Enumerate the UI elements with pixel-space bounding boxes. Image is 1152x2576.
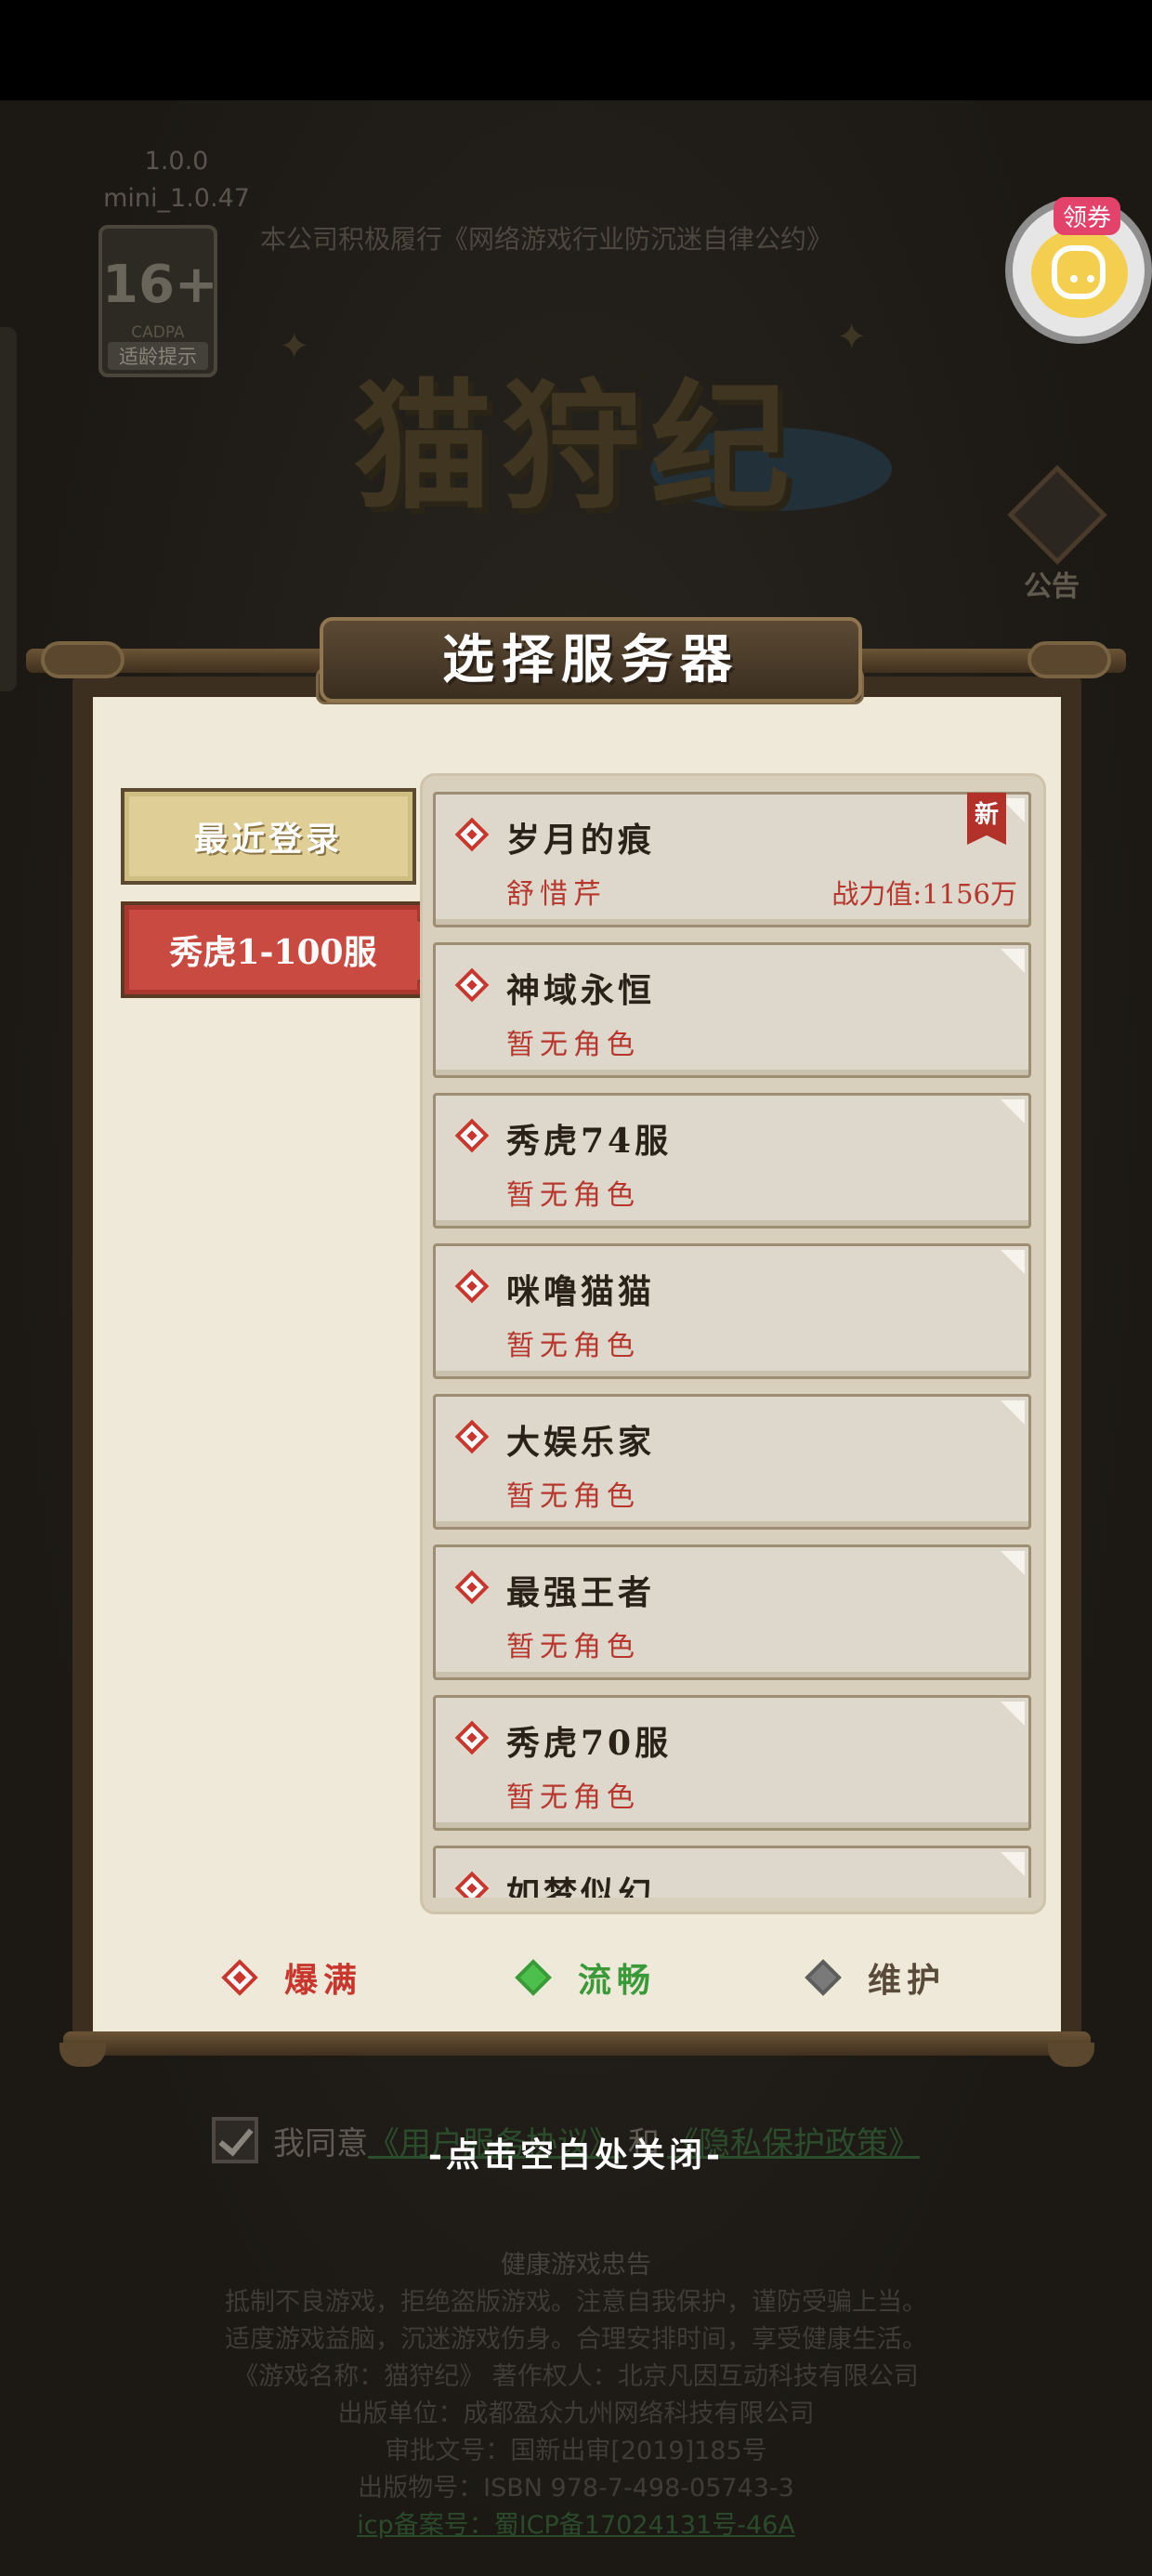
tab-server-range-label: 秀虎1-100服 — [169, 933, 377, 972]
legend-maintenance: 维护 — [805, 1953, 947, 2002]
server-name: 秀虎70服 — [506, 1724, 673, 1763]
health-line: 《游戏名称：猫狩纪》 著作权人：北京凡因互动科技有限公司 — [233, 2362, 919, 2391]
coupon-button[interactable]: 领券 — [1005, 197, 1152, 344]
server-item[interactable]: 秀虎74服 暂无角色 — [433, 1093, 1031, 1229]
server-item[interactable]: 如梦似幻 — [433, 1846, 1031, 1898]
server-name: 最强王者 — [506, 1573, 656, 1612]
health-line: 审批文号：国新出审[2019]185号 — [385, 2437, 767, 2465]
age-rating-org: CADPA — [131, 323, 185, 342]
logo-text: 猫狩纪 — [352, 365, 799, 529]
status-full-icon — [454, 967, 490, 1003]
server-item[interactable]: 秀虎70服 暂无角色 — [433, 1695, 1031, 1831]
server-name: 神域永恒 — [506, 971, 656, 1010]
status-maintenance-icon — [805, 1959, 842, 1996]
legend-full: 爆满 — [221, 1953, 363, 2002]
tab-recent-login[interactable]: 最近登录 — [121, 788, 416, 885]
server-name: 秀虎74服 — [506, 1122, 673, 1161]
game-logo: ✦ ✦ 猫狩纪 — [260, 307, 892, 529]
server-name: 如梦似幻 — [506, 1874, 656, 1898]
server-role: 暂无角色 — [506, 1781, 640, 1814]
modal-title: 选择服务器 — [442, 629, 740, 690]
server-name: 岁月的痕 — [506, 821, 656, 860]
server-role: 暂无角色 — [506, 1179, 640, 1212]
health-advisory: 健康游戏忠告 抵制不良游戏，拒绝盗版游戏。注意自我保护，谨防受骗上当。 适度游戏… — [0, 2247, 1152, 2544]
scroll-curl-left — [41, 641, 124, 678]
server-item[interactable]: 咪噜猫猫 暂无角色 — [433, 1243, 1031, 1379]
legend-label: 流畅 — [578, 1961, 657, 2000]
new-badge: 新 — [967, 793, 1006, 845]
server-name: 咪噜猫猫 — [506, 1272, 656, 1311]
status-full-icon — [454, 1268, 490, 1304]
scroll-bottom-rail — [63, 2031, 1091, 2056]
server-power: 战力值:1156万 — [831, 878, 1017, 910]
server-role: 暂无角色 — [506, 1330, 640, 1362]
status-full-icon — [454, 1871, 490, 1898]
server-item[interactable]: 岁月的痕 舒惜芹 战力值:1156万 新 — [433, 792, 1031, 927]
legend-label: 维护 — [868, 1961, 947, 2000]
tab-server-range[interactable]: 秀虎1-100服 — [121, 901, 425, 998]
status-full-icon — [454, 1720, 490, 1755]
server-name: 大娱乐家 — [506, 1423, 656, 1462]
server-role: 暂无角色 — [506, 1631, 640, 1663]
server-role: 舒惜芹 — [506, 878, 607, 911]
side-drawer-handle[interactable] — [0, 327, 17, 691]
server-item[interactable]: 神域永恒 暂无角色 — [433, 942, 1031, 1078]
build-label: mini_1.0.47 — [103, 184, 250, 213]
announcement-label: 公告 — [1024, 571, 1080, 603]
icp-link[interactable]: icp备案号：蜀ICP备17024131号-46A — [0, 2507, 1152, 2544]
anti-addiction-notice: 本公司积极履行《网络游戏行业防沉迷自律公约》 — [260, 224, 833, 255]
status-full-icon — [454, 1570, 490, 1605]
health-line: 出版物号：ISBN 978-7-498-05743-3 — [358, 2474, 794, 2503]
close-hint[interactable]: -点击空白处关闭- — [0, 2128, 1152, 2176]
legend-label: 爆满 — [284, 1961, 363, 2000]
status-smooth-icon — [515, 1959, 552, 1996]
health-title: 健康游戏忠告 — [501, 2251, 651, 2280]
server-list[interactable]: 岁月的痕 舒惜芹 战力值:1156万 新 神域永恒 暂无角色 秀虎74服 暂无角… — [433, 792, 1035, 1898]
server-item[interactable]: 大娱乐家 暂无角色 — [433, 1394, 1031, 1530]
status-full-icon — [454, 1118, 490, 1153]
status-full-icon — [221, 1959, 258, 1996]
coupon-label: 领券 — [1054, 197, 1121, 235]
announcement-icon — [1007, 465, 1107, 565]
server-item[interactable]: 最强王者 暂无角色 — [433, 1544, 1031, 1680]
status-full-icon — [454, 1419, 490, 1454]
server-role: 暂无角色 — [506, 1029, 640, 1061]
health-line: 适度游戏益脑，沉迷游戏伤身。合理安排时间，享受健康生活。 — [225, 2325, 927, 2354]
gamepad-icon — [1031, 229, 1128, 318]
announcement-button[interactable]: 公告 — [996, 465, 1107, 613]
health-line: 抵制不良游戏，拒绝盗版游戏。注意自我保护，谨防受骗上当。 — [225, 2288, 927, 2317]
server-role: 暂无角色 — [506, 1480, 640, 1513]
age-rating-tip: 适龄提示 — [108, 342, 208, 370]
version-label: 1.0.0 — [144, 147, 209, 176]
status-full-icon — [454, 817, 490, 852]
legend-smooth: 流畅 — [515, 1953, 657, 2002]
status-bar — [0, 0, 1152, 100]
age-rating-number: 16+ — [102, 255, 218, 315]
scroll-curl-right — [1028, 641, 1111, 678]
health-line: 出版单位：成都盈众九州网络科技有限公司 — [337, 2399, 815, 2428]
age-rating-badge[interactable]: 16+ CADPA 适龄提示 — [98, 225, 218, 377]
